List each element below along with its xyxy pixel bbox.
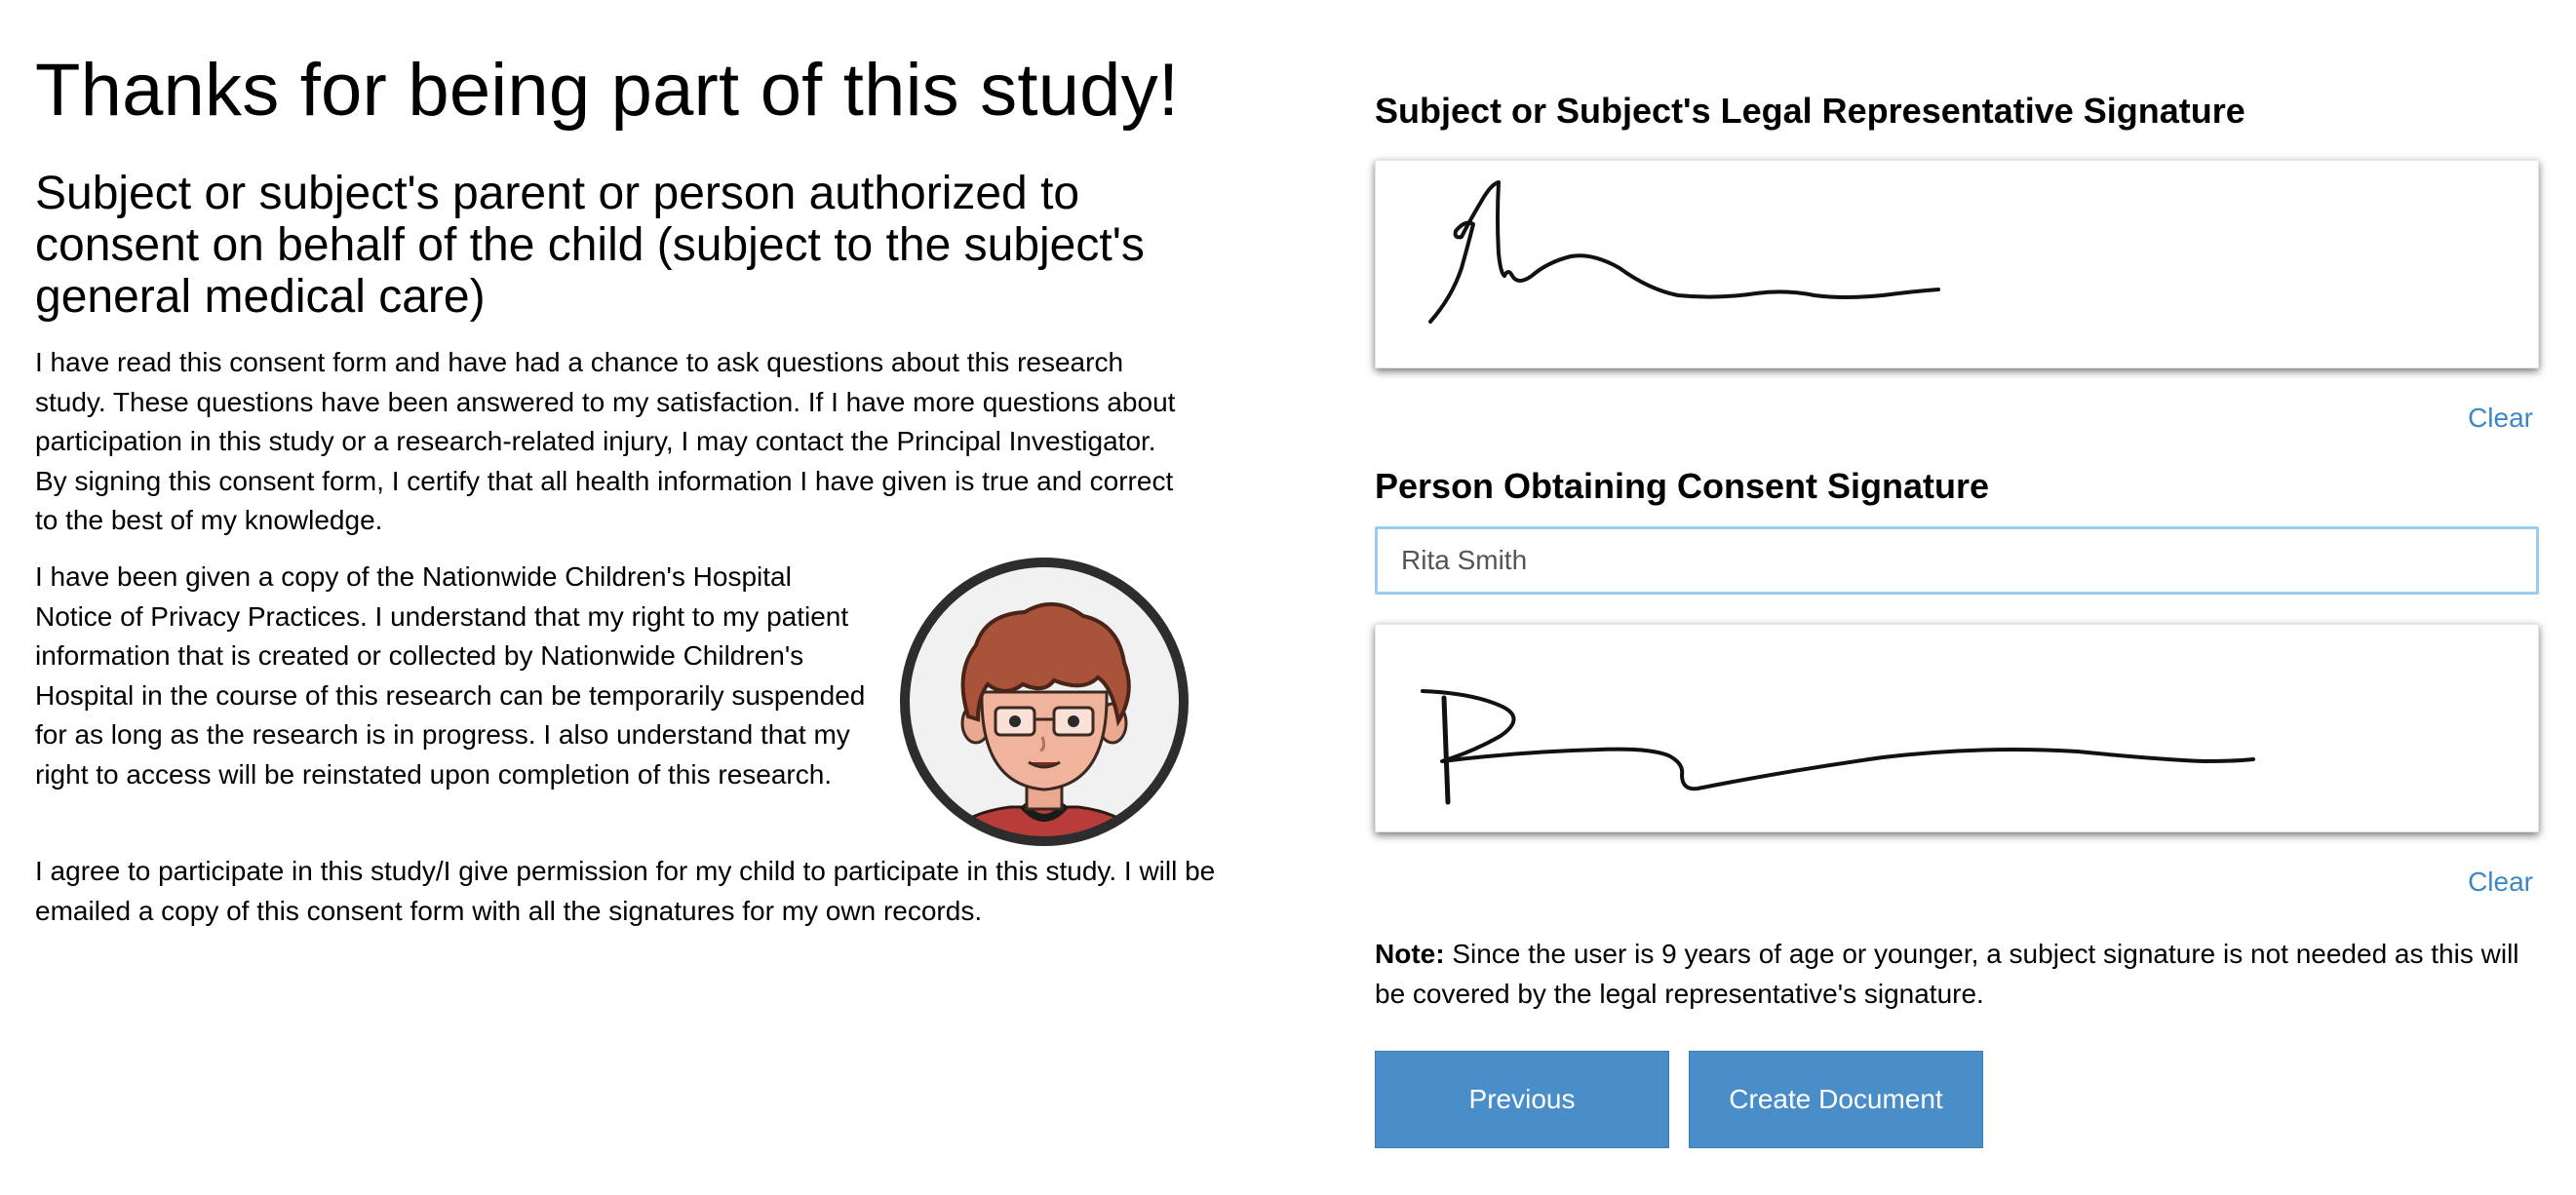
- clear-consent-signature-link[interactable]: Clear: [2468, 866, 2533, 899]
- child-avatar-icon: [898, 556, 1190, 848]
- consent-person-name-input[interactable]: [1375, 526, 2539, 595]
- clear-representative-signature-link[interactable]: Clear: [2468, 402, 2533, 435]
- consent-paragraph-agreement: I agree to participate in this study/I g…: [35, 856, 1216, 926]
- page-title: Thanks for being part of this study!: [35, 49, 1180, 132]
- representative-signature-pad[interactable]: [1375, 160, 2539, 368]
- consent-signature-heading: Person Obtaining Consent Signature: [1375, 466, 1990, 506]
- create-document-button[interactable]: Create Document: [1689, 1051, 1983, 1148]
- representative-signature-heading: Subject or Subject's Legal Representativ…: [1375, 91, 2245, 131]
- consent-paragraph-privacy: I have been given a copy of the Nationwi…: [35, 561, 866, 790]
- consent-paragraph-questions: I have read this consent form and have h…: [35, 347, 1176, 535]
- note-label: Note:: [1375, 939, 1445, 969]
- previous-button[interactable]: Previous: [1375, 1051, 1669, 1148]
- consent-text-column: Thanks for being part of this study! Sub…: [35, 47, 1215, 926]
- representative-signature-drawing: [1428, 180, 1940, 324]
- age-note: Note: Since the user is 9 years of age o…: [1375, 935, 2541, 1014]
- consent-subheading: Subject or subject's parent or person au…: [35, 168, 1145, 323]
- signature-column: Subject or Subject's Legal Representativ…: [1375, 0, 2541, 1195]
- consent-signature-drawing: [1421, 689, 2255, 805]
- consent-page: Thanks for being part of this study! Sub…: [0, 0, 2576, 1195]
- consent-signature-pad[interactable]: [1375, 624, 2539, 832]
- note-text: Since the user is 9 years of age or youn…: [1375, 939, 2519, 1009]
